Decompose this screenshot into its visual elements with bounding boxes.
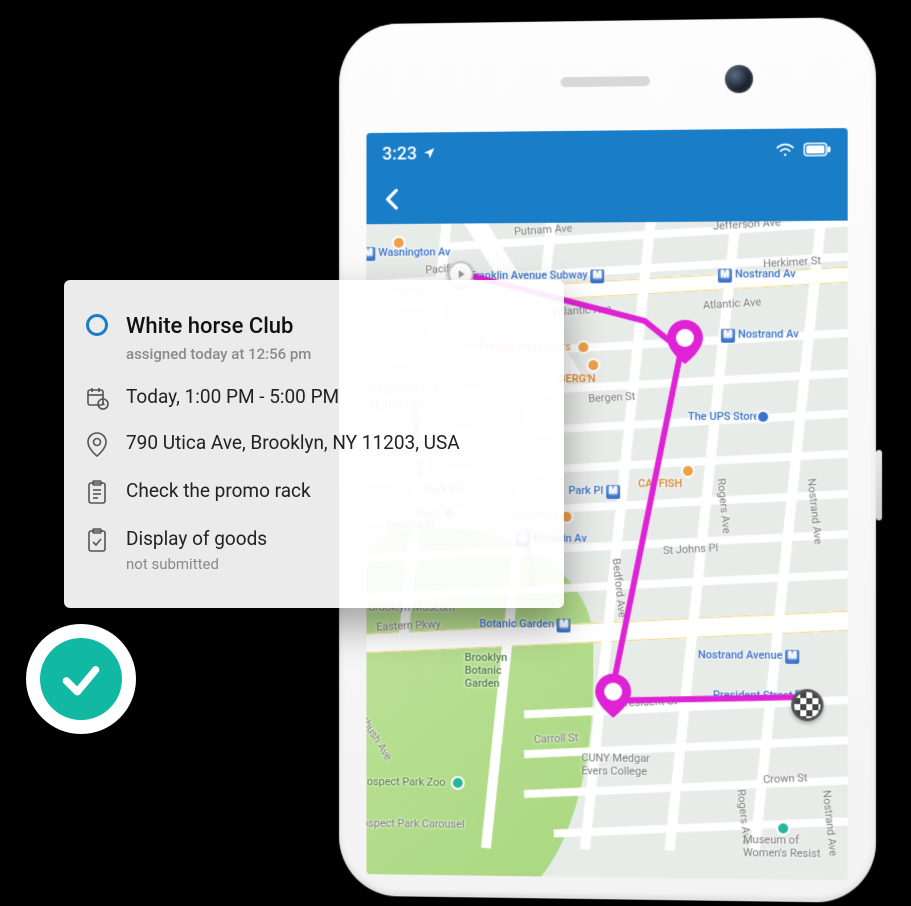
- task-note-row: Check the promo rack: [84, 468, 544, 516]
- poi-label: Prospect Park Carousel: [366, 816, 464, 830]
- task-title-row: White horse Club assigned today at 12:56…: [84, 302, 544, 374]
- poi-label: Brooklyn Botanic Garden: [465, 651, 508, 690]
- clipboard-check-icon: [84, 528, 110, 554]
- task-card[interactable]: White horse Club assigned today at 12:56…: [64, 280, 564, 608]
- check-icon: [59, 657, 103, 701]
- phone-speaker: [561, 76, 650, 87]
- phone-side-button: [876, 450, 882, 520]
- poi-label: CUNY Medgar Evers College: [581, 751, 650, 778]
- poi-label: The UPS Store: [688, 410, 759, 423]
- poi-dot: [588, 360, 598, 370]
- poi-dot: [683, 466, 693, 476]
- task-form-row: Display of goods not submitted: [84, 516, 544, 584]
- poi-label: Museum of Women's Resist: [743, 833, 820, 860]
- status-time: 3:23: [382, 143, 417, 164]
- poi-dot: [758, 412, 768, 422]
- task-title: White horse Club: [126, 314, 293, 339]
- back-button[interactable]: [376, 183, 407, 215]
- location-pin-icon: [84, 432, 110, 458]
- check-badge: [26, 624, 136, 734]
- clipboard-icon: [84, 480, 110, 506]
- calendar-icon: [84, 386, 110, 410]
- street-label: Rogers Ave: [714, 478, 733, 534]
- street-label: Atlantic Ave: [703, 295, 762, 311]
- chevron-left-icon: [384, 188, 400, 210]
- app-header: [366, 170, 847, 224]
- route-end-flag: [791, 689, 823, 721]
- battery-icon: [803, 142, 831, 156]
- phone-camera: [725, 65, 753, 93]
- poi-label: Prospect Park Zoo: [366, 775, 445, 789]
- street-label: Bergen St: [588, 390, 636, 406]
- transit-label: MNostrand Av: [718, 267, 796, 283]
- transit-label: MNostrand Av: [721, 327, 799, 342]
- task-assigned: assigned today at 12:56 pm: [126, 344, 544, 364]
- task-note: Check the promo rack: [126, 479, 311, 502]
- street-label: Carroll St: [533, 731, 578, 746]
- street-label: Crown St: [763, 771, 808, 786]
- task-form-title: Display of goods: [126, 527, 267, 550]
- task-address: 790 Utica Ave, Brooklyn, NY 11203, USA: [126, 431, 460, 454]
- street-label: President St: [618, 694, 678, 710]
- task-form-status: not submitted: [126, 554, 544, 574]
- location-arrow-icon: [423, 146, 437, 160]
- task-address-row: 790 Utica Ave, Brooklyn, NY 11203, USA: [84, 420, 544, 468]
- transit-label: Nostrand Avenue M: [698, 648, 803, 664]
- task-time: Today, 1:00 PM - 5:00 PM: [126, 385, 339, 408]
- poi-dot: [394, 238, 404, 248]
- street-label: St Johns Pl: [663, 541, 719, 557]
- poi-dot: [578, 342, 588, 352]
- poi-label: BERG'N: [559, 372, 596, 385]
- status-ring-icon: [84, 314, 110, 336]
- status-bar: 3:23: [366, 128, 847, 175]
- transit-label: Park Pl M: [568, 484, 622, 499]
- transit-label: Botanic Garden M: [479, 617, 573, 632]
- poi-label: CATFISH: [638, 477, 682, 490]
- poi-dot: [778, 823, 788, 833]
- task-time-row: Today, 1:00 PM - 5:00 PM: [84, 374, 544, 420]
- wifi-icon: [775, 143, 795, 157]
- poi-dot: [453, 778, 463, 788]
- transit-label: MWashington Av: [366, 245, 450, 260]
